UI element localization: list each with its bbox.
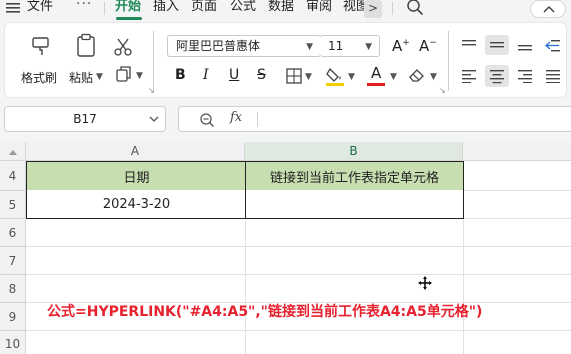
clear-format-dropdown-icon[interactable]: ▼ xyxy=(430,72,437,82)
menu-file[interactable]: 文件 xyxy=(27,0,53,18)
row-header-10[interactable]: 10 xyxy=(0,331,26,354)
format-painter-icon[interactable] xyxy=(30,35,52,57)
font-size-select[interactable]: 11 ▼ xyxy=(320,35,380,57)
paste-icon[interactable] xyxy=(75,33,97,59)
formula-bar: fx xyxy=(178,106,571,132)
gridline xyxy=(26,246,571,247)
select-all-corner[interactable] xyxy=(0,142,26,161)
cell-a4-header[interactable]: 日期 xyxy=(26,161,246,191)
fx-icon[interactable]: fx xyxy=(230,110,242,125)
menu-separator xyxy=(104,2,105,15)
row-header-7[interactable]: 7 xyxy=(0,247,26,275)
align-left-icon[interactable] xyxy=(461,69,477,83)
italic-button[interactable]: I xyxy=(203,67,209,83)
cell-a4-text: 日期 xyxy=(123,170,150,186)
align-top-icon[interactable] xyxy=(461,39,477,51)
font-launcher-icon[interactable]: ↘ xyxy=(439,86,446,95)
gridline xyxy=(463,219,464,354)
borders-dropdown-icon[interactable]: ▼ xyxy=(305,72,312,82)
bold-button[interactable]: B xyxy=(175,67,186,83)
underline-button[interactable]: U xyxy=(229,67,239,83)
move-cursor-icon xyxy=(418,276,432,290)
chevron-up-icon xyxy=(543,5,555,13)
cell-b5[interactable] xyxy=(245,190,464,219)
row-header-5[interactable]: 5 xyxy=(0,191,26,219)
tab-home[interactable]: 开始 xyxy=(115,0,141,18)
tab-view[interactable]: 视图 xyxy=(343,0,364,18)
tab-review[interactable]: 审阅 xyxy=(306,0,332,18)
cell-a5-text: 2024-3-20 xyxy=(102,196,171,212)
strikethrough-button[interactable]: S xyxy=(257,67,266,83)
search-icon[interactable] xyxy=(406,0,424,16)
menu-hamburger-icon[interactable] xyxy=(6,2,20,14)
formula-separator xyxy=(257,112,258,127)
font-color-dropdown-icon[interactable]: ▼ xyxy=(390,72,397,82)
gridline xyxy=(26,274,571,275)
ribbon-separator xyxy=(448,31,449,91)
chevron-down-icon: ▼ xyxy=(306,42,313,52)
font-color-icon[interactable]: A xyxy=(371,64,381,82)
formula-annotation: 公式=HYPERLINK("#A4:A5","链接到当前工作表A4:A5单元格"… xyxy=(47,304,483,320)
column-header-b[interactable]: B xyxy=(245,142,463,161)
name-box[interactable]: B17 xyxy=(4,106,166,132)
cell-b4-header[interactable]: 链接到当前工作表指定单元格 xyxy=(245,161,464,191)
indent-decrease-icon[interactable] xyxy=(545,39,561,53)
clipboard-launcher-icon[interactable]: ↘ xyxy=(148,86,155,95)
font-size-value: 11 xyxy=(328,39,344,53)
cell-b4-text: 链接到当前工作表指定单元格 xyxy=(269,170,439,186)
ribbon-home: 格式刷 粘贴 ▼ ▼ ↘ 阿里巴巴普惠体 ▼ 11 ▼ A+ A− B I U … xyxy=(4,22,567,98)
chevron-down-icon[interactable] xyxy=(149,115,159,123)
menu-more-icon[interactable]: ··· xyxy=(76,0,92,12)
fill-color-swatch xyxy=(326,83,344,86)
align-middle-icon xyxy=(490,42,504,48)
formula-input[interactable] xyxy=(267,111,557,127)
align-center-icon xyxy=(490,70,504,84)
menu-bar: 文件 ··· 开始 插入 页面 公式 数据 审阅 视图 > xyxy=(0,0,571,22)
decrease-font-icon[interactable]: A− xyxy=(419,37,437,55)
zoom-function-icon[interactable] xyxy=(199,112,215,128)
paste-dropdown-icon[interactable]: ▼ xyxy=(96,72,103,82)
cell-a5[interactable]: 2024-3-20 xyxy=(26,190,246,219)
row-header-8[interactable]: 8 xyxy=(0,275,26,303)
select-all-icon xyxy=(9,150,17,155)
copy-dropdown-icon[interactable]: ▼ xyxy=(136,71,143,81)
fill-color-icon[interactable] xyxy=(325,65,345,85)
align-right-icon[interactable] xyxy=(517,69,533,83)
tab-formula[interactable]: 公式 xyxy=(230,0,256,18)
clear-format-eraser-icon[interactable] xyxy=(407,67,427,83)
tab-data[interactable]: 数据 xyxy=(268,0,294,18)
name-box-value: B17 xyxy=(73,112,97,126)
justify-icon[interactable] xyxy=(545,69,561,83)
collapse-ribbon-button[interactable] xyxy=(530,0,566,18)
row-header-9[interactable]: 9 xyxy=(0,303,26,331)
tab-scroll-right-button[interactable]: > xyxy=(364,0,382,18)
align-middle-button[interactable] xyxy=(485,35,509,55)
ribbon-separator xyxy=(153,31,154,91)
fill-color-dropdown-icon[interactable]: ▼ xyxy=(348,72,355,82)
tab-page[interactable]: 页面 xyxy=(191,0,217,18)
font-color-swatch xyxy=(367,83,385,86)
align-center-button[interactable] xyxy=(485,65,509,87)
font-name-select[interactable]: 阿里巴巴普惠体 ▼ xyxy=(167,35,321,57)
font-name-value: 阿里巴巴普惠体 xyxy=(176,39,261,53)
copy-icon[interactable] xyxy=(115,65,133,83)
chevron-right-icon: > xyxy=(367,1,379,15)
cut-icon[interactable] xyxy=(113,37,133,57)
column-header-a[interactable]: A xyxy=(26,142,245,161)
format-painter-label[interactable]: 格式刷 xyxy=(21,69,57,86)
active-tab-indicator xyxy=(116,17,142,20)
borders-icon[interactable] xyxy=(286,68,302,84)
row-header-6[interactable]: 6 xyxy=(0,219,26,247)
tab-insert[interactable]: 插入 xyxy=(153,0,179,18)
gridline xyxy=(26,330,571,331)
paste-label[interactable]: 粘贴 xyxy=(69,69,93,86)
row-header-4[interactable]: 4 xyxy=(0,161,26,191)
gridline xyxy=(245,219,246,354)
align-bottom-icon[interactable] xyxy=(517,40,533,52)
column-header-c[interactable] xyxy=(463,142,571,161)
chevron-down-icon: ▼ xyxy=(365,42,372,52)
gridline xyxy=(463,190,571,191)
menu-separator xyxy=(392,2,393,15)
increase-font-icon[interactable]: A+ xyxy=(392,37,410,55)
